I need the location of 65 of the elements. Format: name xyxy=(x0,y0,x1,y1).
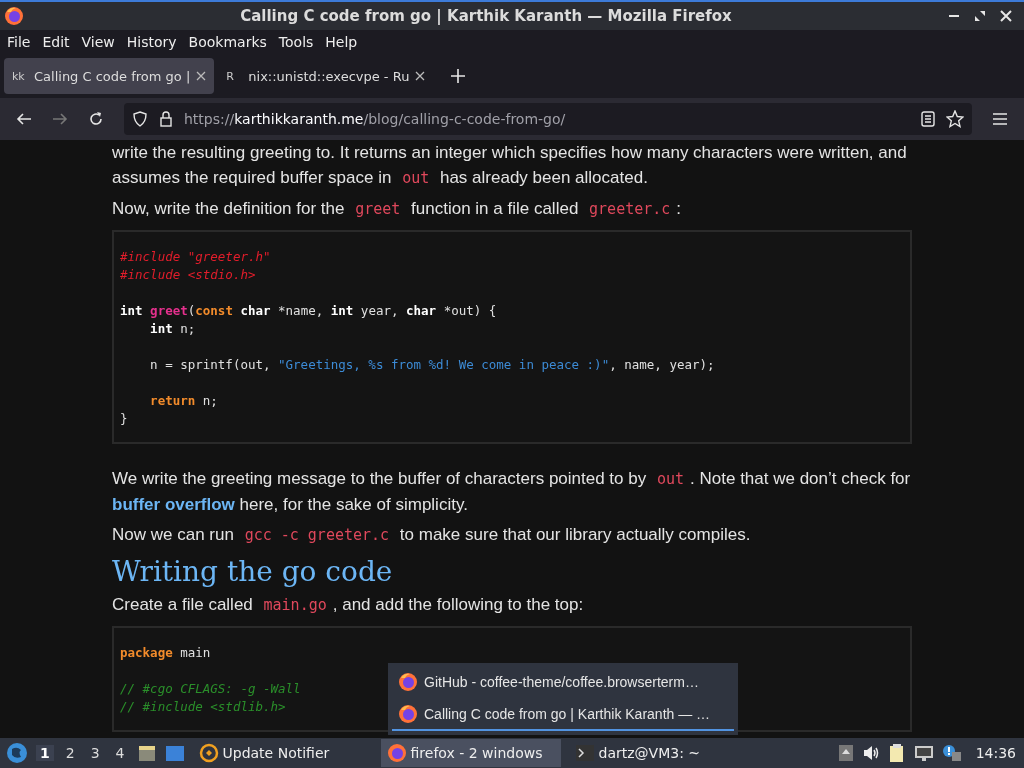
workspace-button[interactable]: 4 xyxy=(111,745,129,761)
taskbar-button[interactable]: dartz@VM3: ~ xyxy=(568,739,749,767)
paragraph: Now we can run gcc -c greeter.c to make sure that our library actually compiles. xyxy=(112,524,752,546)
browser-tab[interactable]: kk Calling C code from go | xyxy=(4,58,215,94)
paragraph: Now, write the definition for the greet function in a file called greeter.c : xyxy=(112,198,683,220)
clipboard-icon[interactable] xyxy=(887,743,906,763)
code-line: } xyxy=(120,411,128,426)
firefox-icon xyxy=(398,704,418,724)
window-list-item[interactable]: GitHub - coffee-theme/coffee.browserterm… xyxy=(392,667,734,699)
taskbar-button[interactable]: firefox - 2 windows xyxy=(380,739,561,767)
window-list-item[interactable]: Calling C code from go | Karthik Karanth — … xyxy=(392,699,734,731)
menu-item[interactable]: View xyxy=(81,34,115,50)
shield-icon[interactable] xyxy=(132,111,148,127)
section-heading: Writing the go code xyxy=(112,554,394,590)
code-line: #include <stdio.h> xyxy=(120,267,256,282)
close-icon[interactable] xyxy=(415,71,426,81)
menu-item[interactable]: Help xyxy=(325,34,358,50)
workspace-button[interactable]: 1 xyxy=(36,745,54,761)
workspace-button[interactable]: 3 xyxy=(86,745,104,761)
file-manager-icon[interactable] xyxy=(136,743,157,763)
code-line: n = sprintf(out, "Greetings, %s from %d! We come in peace :)", name, year); xyxy=(149,357,715,372)
code-line: // #cgo CFLAGS: -g -Wall xyxy=(120,681,301,696)
browser-tab[interactable]: R nix::unistd::execvpe - Ru xyxy=(218,58,434,94)
workspace-button[interactable]: 2 xyxy=(61,745,79,761)
code-line: return n; xyxy=(149,393,218,408)
star-icon[interactable] xyxy=(946,110,964,128)
reload-icon[interactable] xyxy=(88,111,104,127)
forward-icon[interactable] xyxy=(52,111,68,127)
new-tab-icon[interactable] xyxy=(451,69,466,83)
paragraph: We write the greeting message to the buffer of characters pointed to by out . Note that we don’t check for buffer overflow here, for the sake of simplicity. xyxy=(112,468,912,516)
address-bar[interactable]: https://karthikkaranth.me/blog/calling-c-code-from-go/ xyxy=(124,103,972,135)
code-line: int greet(const char *name, int year, char *out) { xyxy=(120,303,497,318)
close-icon[interactable] xyxy=(196,71,207,81)
back-icon[interactable] xyxy=(16,111,32,127)
menu-item[interactable]: Edit xyxy=(42,34,70,50)
menu-item[interactable]: History xyxy=(126,34,177,50)
code-line: // #include <stdlib.h> xyxy=(120,699,286,714)
menu-item[interactable]: Bookmarks xyxy=(188,34,267,50)
menu-item[interactable]: File xyxy=(7,34,31,50)
paragraph: write the resulting greeting to. It returns an integer which specifies how many characters were written, and assumes the required buffer space in out has already been allocated. xyxy=(112,142,908,189)
code-line: package main xyxy=(120,645,211,660)
url-text: https://karthikkaranth.me/blog/calling-c-code-from-go/ xyxy=(184,111,566,127)
lock-icon[interactable] xyxy=(158,111,174,127)
start-menu-icon[interactable] xyxy=(6,742,28,764)
firefox-icon xyxy=(4,6,24,26)
terminal-icon xyxy=(574,743,595,763)
menu-item[interactable]: Tools xyxy=(278,34,314,50)
paragraph: Create a file called main.go , and add the following to the top: xyxy=(112,594,585,616)
code-line: int n; xyxy=(149,321,196,336)
taskbar-button[interactable]: Update Notifier xyxy=(192,739,373,767)
update-icon xyxy=(198,743,219,763)
menu-icon[interactable] xyxy=(992,111,1008,127)
volume-icon[interactable] xyxy=(861,744,880,762)
clock: 14:36 xyxy=(974,745,1016,761)
window-title: Calling C code from go | Karthik Karanth — Mozilla Firefox xyxy=(239,7,733,25)
code-line: #include "greeter.h" xyxy=(120,249,271,264)
maximize-icon[interactable] xyxy=(974,10,986,22)
link[interactable]: buffer overflow xyxy=(112,495,235,514)
firefox-icon xyxy=(398,672,418,692)
reader-view-icon[interactable] xyxy=(920,111,936,127)
tray-scroll-icon[interactable] xyxy=(837,744,854,762)
network-icon[interactable] xyxy=(913,744,934,762)
firefox-icon xyxy=(386,743,407,763)
window-icon[interactable] xyxy=(164,743,185,763)
alert-icon[interactable] xyxy=(941,744,962,762)
